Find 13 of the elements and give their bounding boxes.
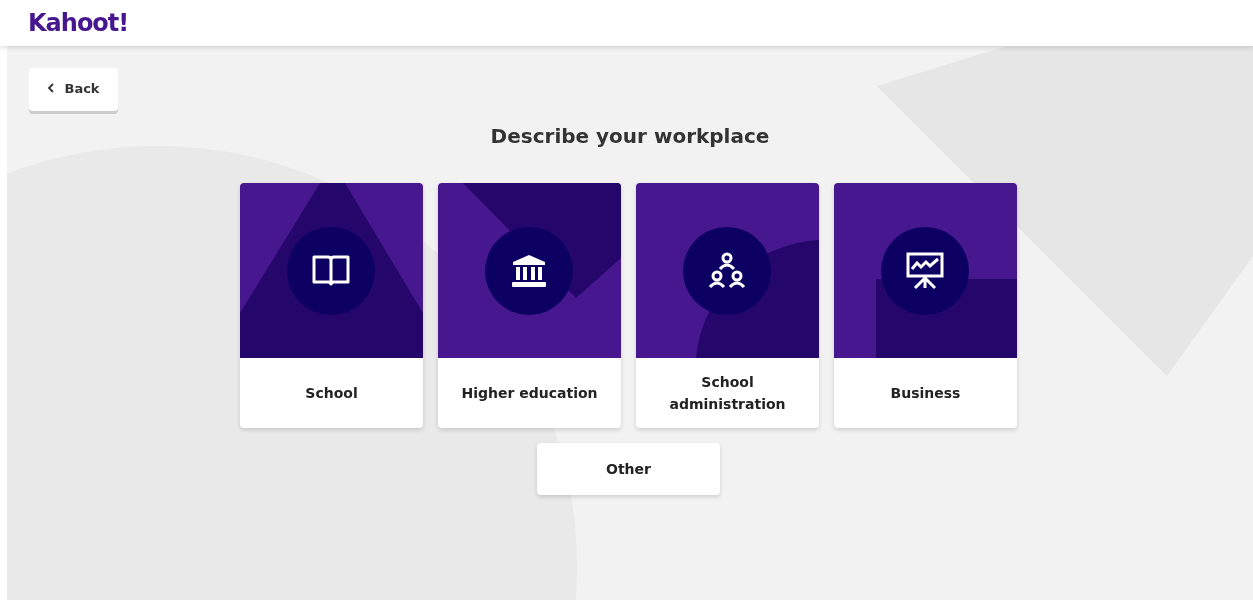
other-button[interactable]: Other bbox=[537, 443, 720, 495]
logo[interactable]: Kahoot! bbox=[28, 9, 129, 37]
workplace-option-card[interactable]: School administration bbox=[636, 183, 819, 428]
book-icon bbox=[312, 254, 350, 288]
page-title: Describe your workplace bbox=[490, 123, 770, 150]
workplace-option-card[interactable]: School bbox=[240, 183, 423, 428]
workplace-option-card[interactable]: Higher education bbox=[438, 183, 621, 428]
presentation-board-icon bbox=[905, 252, 945, 290]
chevron-left-icon bbox=[47, 83, 56, 93]
building-icon bbox=[510, 253, 548, 289]
workplace-option-card[interactable]: Business bbox=[834, 183, 1017, 428]
back-button[interactable]: Back bbox=[29, 68, 118, 111]
people-icon bbox=[707, 252, 747, 290]
